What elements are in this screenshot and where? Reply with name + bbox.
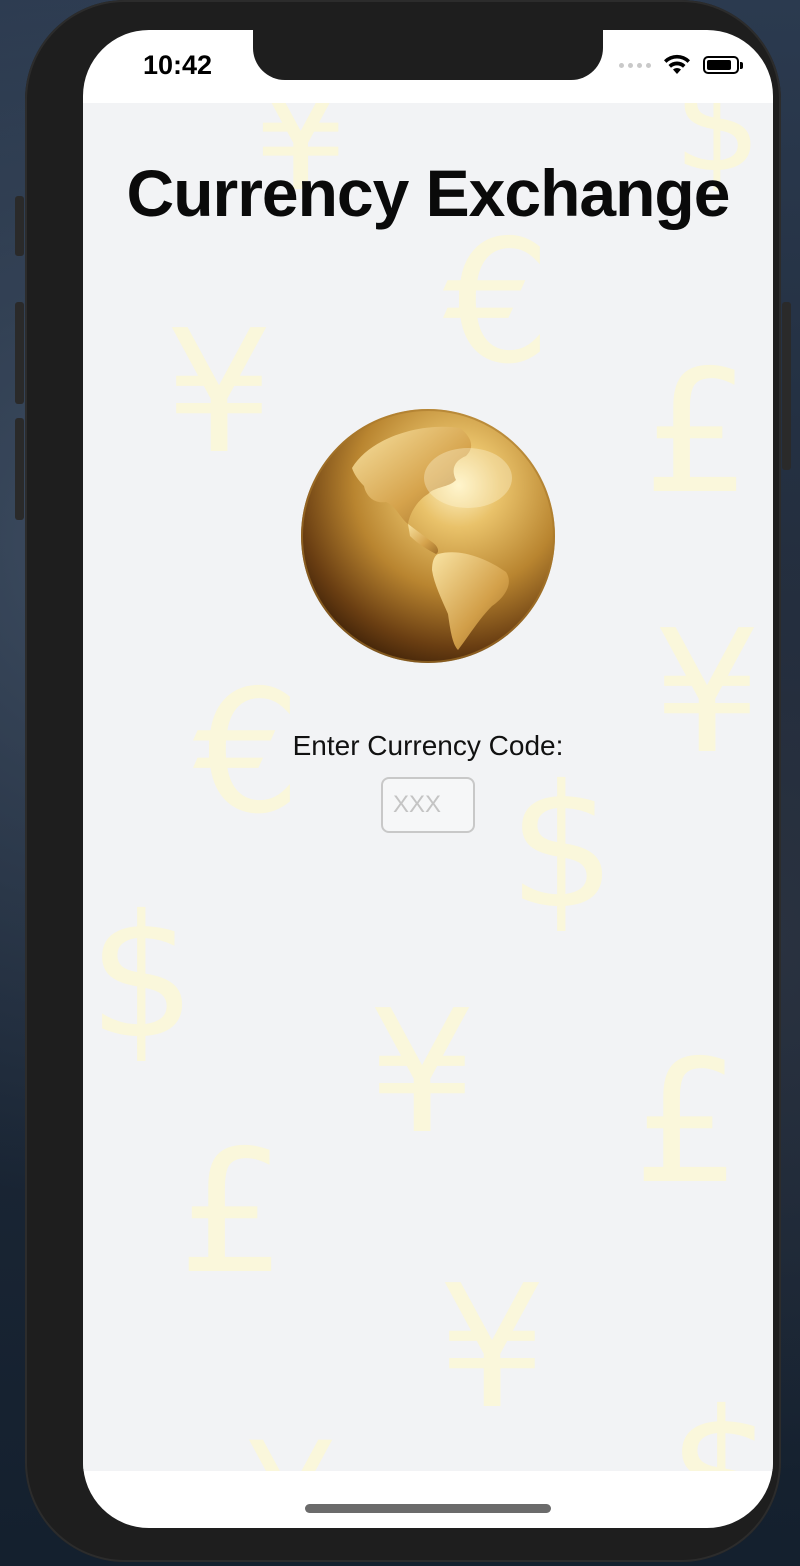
bg-pound-symbol: £ xyxy=(643,334,752,532)
currency-code-input[interactable] xyxy=(381,777,475,833)
wifi-icon xyxy=(664,54,690,74)
iphone-simulator-frame: 10:42 ¥ $ € ¥ £ ¥ € $ $ ¥ £ £ ¥ Currency… xyxy=(15,0,791,1562)
app-screen: 10:42 ¥ $ € ¥ £ ¥ € $ $ ¥ £ £ ¥ Currency… xyxy=(83,30,773,1528)
battery-cap xyxy=(740,62,743,69)
bg-euro-symbol: € xyxy=(443,204,552,402)
bg-dollar-symbol: $ xyxy=(88,879,197,1077)
bg-yen-symbol: ¥ xyxy=(165,294,274,492)
bg-dollar-symbol: $ xyxy=(508,749,617,947)
bg-yen-symbol: ¥ xyxy=(438,1249,547,1447)
currency-code-label: Enter Currency Code: xyxy=(292,730,564,761)
mute-switch xyxy=(15,196,24,256)
notch xyxy=(253,30,603,80)
status-icons xyxy=(619,54,743,76)
bg-yen-symbol: ¥ xyxy=(243,1423,338,1471)
bg-yen-symbol: ¥ xyxy=(368,974,477,1172)
bg-pound-symbol: £ xyxy=(178,1114,287,1312)
home-indicator[interactable] xyxy=(305,1504,551,1513)
battery-icon xyxy=(703,56,743,74)
cellular-signal-icon xyxy=(619,62,651,68)
page-title: Currency Exchange xyxy=(126,156,731,230)
status-time: 10:42 xyxy=(143,50,213,80)
power-button xyxy=(782,302,791,470)
main-content: ¥ $ € ¥ £ ¥ € $ $ ¥ £ £ ¥ $ ¥ Currency E… xyxy=(83,103,773,1471)
battery-level-fill xyxy=(707,60,731,70)
volume-up-button xyxy=(15,302,24,404)
bg-dollar-symbol: $ xyxy=(668,1388,773,1471)
gold-globe-icon xyxy=(301,409,555,663)
volume-down-button xyxy=(15,418,24,520)
bg-pound-symbol: £ xyxy=(633,1024,742,1222)
